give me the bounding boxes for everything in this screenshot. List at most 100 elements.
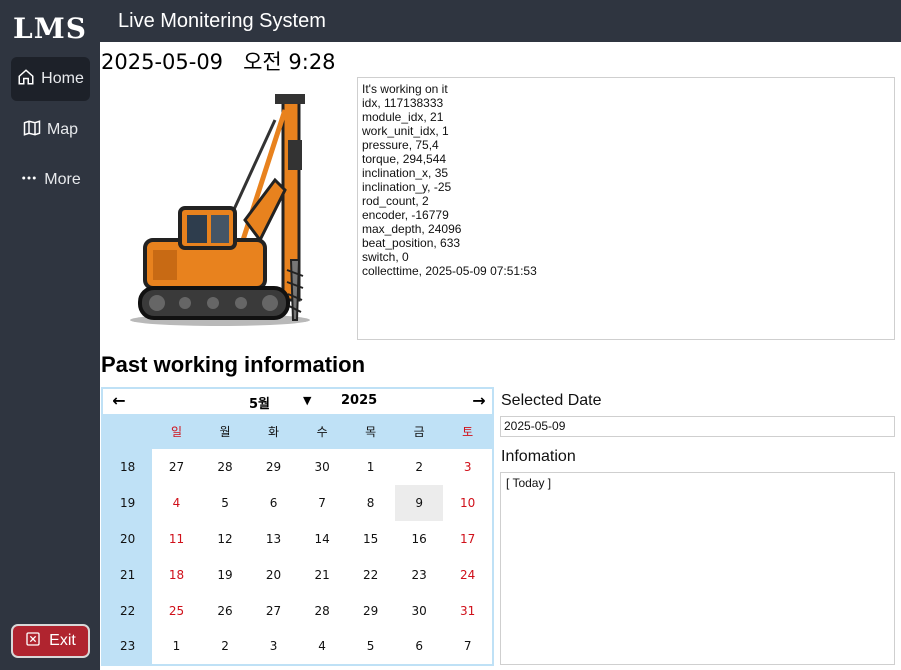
weekday-label: 목	[365, 425, 377, 439]
week-number: 19	[103, 484, 153, 521]
calendar-day[interactable]: 19	[201, 557, 250, 593]
sidebar-item-home[interactable]: Home	[11, 57, 90, 101]
calendar: ← 5월 ▼ 2025 → 일 월 화 수 목 금 토 18 27 28 29	[101, 387, 494, 666]
calendar-day[interactable]: 4	[298, 628, 347, 664]
calendar-day[interactable]: 13	[249, 521, 298, 557]
calendar-day[interactable]: 21	[298, 557, 347, 593]
status-line: max_depth, 24096	[362, 222, 462, 236]
status-line: torque, 294,544	[362, 152, 447, 166]
arrow-right-icon[interactable]: →	[467, 391, 491, 410]
chevron-down-icon[interactable]: ▼	[303, 394, 311, 407]
sidebar-item-more[interactable]: More	[11, 158, 90, 202]
status-line: encoder, -16779	[362, 208, 449, 222]
calendar-day[interactable]: 14	[298, 521, 347, 557]
calendar-day[interactable]: 7	[443, 628, 492, 664]
calendar-day[interactable]: 29	[346, 593, 395, 629]
week-number: 18	[103, 449, 153, 485]
week-number: 23	[103, 628, 153, 665]
status-line: inclination_y, -25	[362, 180, 452, 194]
more-icon	[20, 169, 38, 192]
calendar-day[interactable]: 5	[201, 485, 250, 521]
exit-button[interactable]: Exit	[11, 624, 90, 658]
home-icon	[17, 68, 35, 91]
calendar-week-row: 18 27 28 29 30 1 2 3	[103, 449, 492, 485]
calendar-day[interactable]: 26	[201, 593, 250, 629]
week-number: 22	[103, 592, 153, 629]
calendar-day[interactable]: 30	[395, 593, 444, 629]
calendar-day[interactable]: 1	[346, 449, 395, 485]
calendar-week-row: 22 25 26 27 28 29 30 31	[103, 592, 492, 629]
weekday-label: 금	[413, 425, 425, 439]
month-selector[interactable]: 5월	[249, 393, 270, 412]
calendar-day[interactable]: 28	[201, 449, 250, 485]
close-square-icon	[25, 631, 41, 652]
week-number: 21	[103, 556, 153, 593]
calendar-day[interactable]: 15	[346, 521, 395, 557]
calendar-day[interactable]: 27	[249, 593, 298, 629]
arrow-left-icon[interactable]: ←	[107, 391, 131, 410]
calendar-day[interactable]: 17	[443, 521, 492, 557]
sidebar-item-label: Home	[41, 70, 84, 87]
information-label: Infomation	[501, 448, 576, 465]
calendar-day[interactable]: 25	[152, 593, 201, 629]
calendar-day[interactable]: 3	[443, 449, 492, 485]
calendar-day[interactable]: 2	[395, 449, 444, 485]
calendar-day[interactable]: 5	[346, 628, 395, 664]
calendar-header: ← 5월 ▼ 2025 →	[103, 389, 492, 413]
calendar-day-selected[interactable]: 9	[394, 484, 444, 521]
main-content: 2025-05-09 오전 9:28 It's working on it id…	[100, 42, 897, 668]
selected-date-field[interactable]: 2025-05-09	[500, 416, 895, 437]
calendar-day[interactable]: 6	[395, 628, 444, 664]
calendar-day[interactable]: 10	[443, 485, 492, 521]
calendar-day[interactable]: 31	[443, 593, 492, 629]
calendar-day[interactable]: 11	[152, 521, 201, 557]
status-line: It's working on it	[362, 82, 448, 96]
calendar-day[interactable]: 30	[298, 449, 347, 485]
calendar-week-row: 19 4 5 6 7 8 9 10	[103, 484, 492, 521]
weekday-label: 수	[316, 425, 328, 439]
exit-label: Exit	[49, 632, 76, 649]
calendar-day[interactable]: 23	[395, 557, 444, 593]
weekday-label: 화	[268, 425, 280, 439]
calendar-day[interactable]: 20	[249, 557, 298, 593]
calendar-day[interactable]: 18	[152, 557, 201, 593]
calendar-day[interactable]: 22	[346, 557, 395, 593]
calendar-day[interactable]: 27	[152, 449, 201, 485]
year-selector[interactable]: 2025	[341, 393, 377, 408]
status-line: beat_position, 633	[362, 236, 461, 250]
information-text: [ Today ]	[506, 476, 552, 490]
calendar-day[interactable]: 4	[152, 485, 201, 521]
calendar-day[interactable]: 24	[443, 557, 492, 593]
calendar-day[interactable]: 7	[298, 485, 347, 521]
week-number: 20	[103, 520, 153, 557]
map-icon	[23, 119, 41, 142]
calendar-day[interactable]: 12	[201, 521, 250, 557]
calendar-day[interactable]: 8	[346, 485, 395, 521]
weekday-label: 월	[219, 425, 231, 439]
calendar-day[interactable]: 6	[249, 485, 298, 521]
calendar-day[interactable]: 2	[201, 628, 250, 664]
live-status-panel: It's working on it idx, 117138333 module…	[357, 77, 895, 340]
status-line: work_unit_idx, 1	[362, 124, 449, 138]
calendar-day[interactable]: 29	[249, 449, 298, 485]
week-number-header	[103, 414, 153, 449]
sidebar: LMS Home Map More Exit	[0, 0, 100, 670]
calendar-day[interactable]: 28	[298, 593, 347, 629]
sidebar-item-map[interactable]: Map	[11, 108, 90, 152]
calendar-day[interactable]: 16	[395, 521, 444, 557]
status-line: collecttime, 2025-05-09 07:51:53	[362, 264, 537, 278]
weekday-header-row: 일 월 화 수 목 금 토	[103, 414, 492, 449]
calendar-day[interactable]: 1	[152, 628, 201, 664]
status-line: pressure, 75,4	[362, 138, 439, 152]
calendar-grid: 일 월 화 수 목 금 토 18 27 28 29 30 1 2 3 19 4	[103, 414, 492, 665]
status-line: module_idx, 21	[362, 110, 444, 124]
calendar-week-row: 23 1 2 3 4 5 6 7	[103, 628, 492, 665]
information-textarea[interactable]: [ Today ]	[500, 472, 895, 665]
drilling-machine-image	[130, 94, 310, 326]
calendar-day[interactable]: 3	[249, 628, 298, 664]
status-line: inclination_x, 35	[362, 166, 449, 180]
weekday-label: 토	[462, 425, 474, 439]
calendar-week-row: 20 11 12 13 14 15 16 17	[103, 520, 492, 557]
selected-date-label: Selected Date	[501, 392, 602, 409]
title-bar: Live Monitering System	[100, 0, 901, 42]
